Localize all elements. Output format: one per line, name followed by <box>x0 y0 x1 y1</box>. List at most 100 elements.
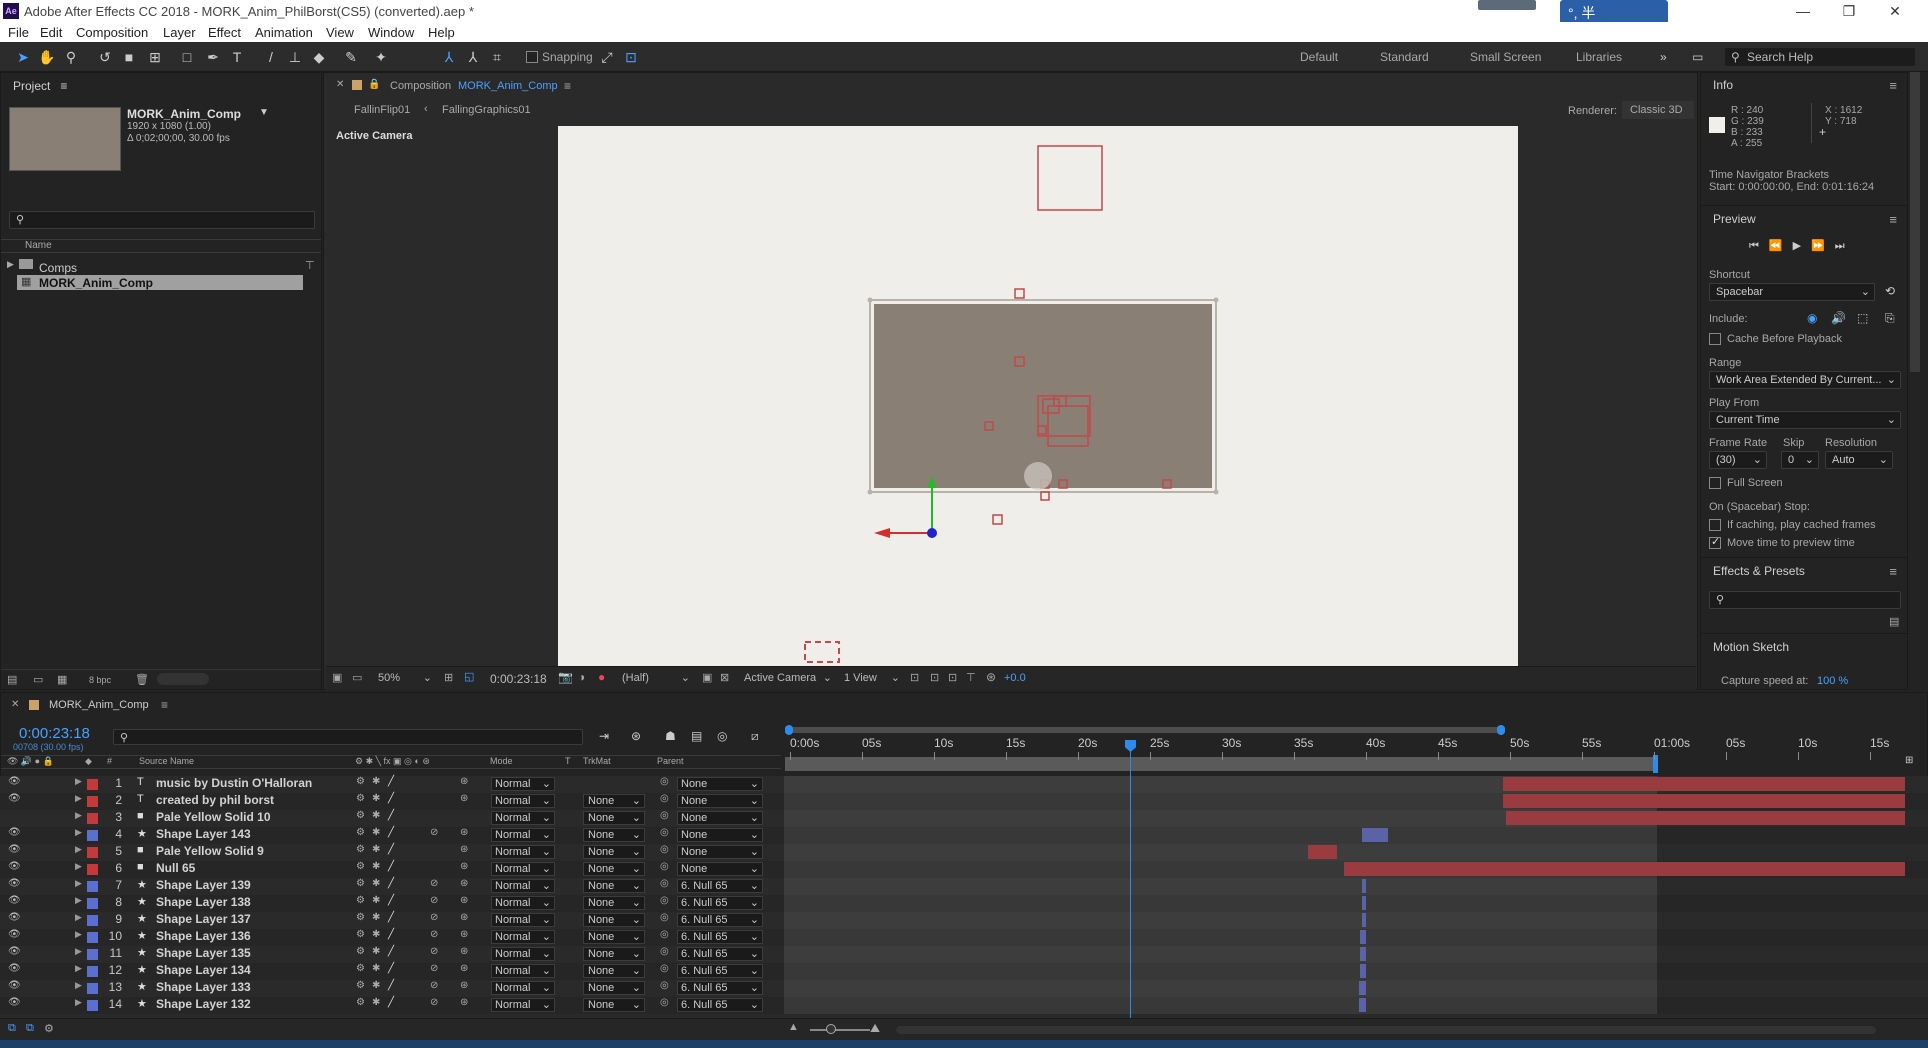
exposure-value[interactable]: +0.0 <box>1004 672 1026 684</box>
menu-effect[interactable]: Effect <box>208 25 241 40</box>
layer-name[interactable]: Shape Layer 138 <box>156 895 251 909</box>
layer-name[interactable]: Shape Layer 136 <box>156 929 251 943</box>
collapse-switch-icon[interactable]: ✱ <box>372 878 380 889</box>
pickwhip-icon[interactable]: ◎ <box>660 895 669 906</box>
current-time-display[interactable]: 0:00:23:18 <box>490 672 547 686</box>
puppet-tool-icon[interactable]: ✦ <box>372 48 390 66</box>
quality-switch-icon[interactable]: ╱ <box>388 861 394 872</box>
cache-before-playback-checkbox[interactable] <box>1709 333 1721 345</box>
preview-tab[interactable]: Preview <box>1713 212 1756 226</box>
pickwhip-icon[interactable]: ◎ <box>660 997 669 1008</box>
pen-tool-icon[interactable]: ✒ <box>204 48 222 66</box>
type-tool-icon[interactable]: T <box>228 48 246 66</box>
layer-row[interactable]: 👁 ▶ 4 ★ Shape Layer 143 ⚙ ✱ ╱ ⊘ ⊛ Normal ⌄ None ⌄ ◎ Non… <box>0 827 1928 844</box>
roto-brush-tool-icon[interactable]: ✎ <box>342 48 360 66</box>
menu-window[interactable]: Window <box>368 25 414 40</box>
layer-duration-bar[interactable] <box>1358 998 1366 1012</box>
shy-switch-icon[interactable]: ⚙ <box>356 980 365 991</box>
toggle-pixel-aspect-icon[interactable]: ⊡ <box>910 671 919 684</box>
layer-duration-bar[interactable] <box>1361 913 1366 927</box>
layer-name[interactable]: Shape Layer 134 <box>156 963 251 977</box>
selection-tool-icon[interactable]: ➤ <box>14 48 32 66</box>
motion-blur-switch-icon[interactable]: ⊘ <box>430 929 438 940</box>
panel-menu-icon[interactable]: ≡ <box>60 79 67 93</box>
pickwhip-icon[interactable]: ◎ <box>660 963 669 974</box>
layer-row[interactable]: 👁 ▶ 11 ★ Shape Layer 135 ⚙ ✱ ╱ ⊘ ⊛ Normal ⌄ None ⌄ ◎ 6.… <box>0 946 1928 963</box>
parent-dropdown[interactable]: 6. Null 65 ⌄ <box>677 964 763 978</box>
layer-name[interactable]: Shape Layer 139 <box>156 878 251 892</box>
twirl-arrow-icon[interactable]: ▶ <box>75 946 82 957</box>
lock-icon[interactable]: 🔒 <box>368 79 380 90</box>
shy-switch-icon[interactable]: ⚙ <box>356 844 365 855</box>
trkmat-dropdown[interactable]: None ⌄ <box>583 930 645 944</box>
expand-arrow-icon[interactable]: ▶ <box>7 259 14 270</box>
rectangle-tool-icon[interactable]: □ <box>178 48 196 66</box>
label-color-swatch[interactable] <box>87 847 98 858</box>
layer-search-input[interactable]: ⚲ <box>113 729 583 745</box>
panel-menu-icon[interactable]: ≡ <box>161 698 168 712</box>
visibility-eye-icon[interactable]: 👁 <box>8 997 21 1008</box>
range-dropdown[interactable]: Work Area Extended By Current... ⌄ <box>1709 371 1901 389</box>
twirl-arrow-icon[interactable]: ▶ <box>75 810 82 821</box>
3d-layer-switch-icon[interactable]: ⊛ <box>460 861 468 872</box>
column-parent[interactable]: Parent <box>657 756 684 766</box>
visibility-eye-icon[interactable]: 👁 <box>8 929 21 940</box>
motion-blur-switch-icon[interactable]: ⊘ <box>430 997 438 1008</box>
zoom-out-icon[interactable]: ▲ <box>788 1021 799 1033</box>
motion-blur-switch-icon[interactable]: ⊘ <box>430 895 438 906</box>
visibility-eye-icon[interactable]: 👁 <box>8 844 21 855</box>
collapse-switch-icon[interactable]: ✱ <box>372 997 380 1008</box>
timeline-tab[interactable]: MORK_Anim_Comp <box>49 699 149 711</box>
mode-dropdown[interactable]: Normal ⌄ <box>491 828 555 842</box>
clone-stamp-tool-icon[interactable]: ⊥ <box>286 48 304 66</box>
layer-row[interactable]: 👁 ▶ 8 ★ Shape Layer 138 ⚙ ✱ ╱ ⊘ ⊛ Normal ⌄ None ⌄ ◎ 6. … <box>0 895 1928 912</box>
label-color-swatch[interactable] <box>87 949 98 960</box>
visibility-eye-icon[interactable]: 👁 <box>8 946 21 957</box>
timeline-icon[interactable]: ⊡ <box>948 671 957 684</box>
include-video-icon[interactable]: ◉ <box>1807 311 1817 325</box>
visibility-eye-icon[interactable]: 👁 <box>8 878 21 889</box>
layer-duration-bar[interactable] <box>1344 862 1905 876</box>
hand-tool-icon[interactable]: ✋ <box>38 48 56 66</box>
trkmat-dropdown[interactable]: None ⌄ <box>583 913 645 927</box>
include-layer-controls-icon[interactable]: ⎘ <box>1885 311 1895 326</box>
layer-duration-bar[interactable] <box>1502 794 1905 808</box>
graph-editor-icon[interactable]: ⧄ <box>751 729 759 744</box>
pickwhip-icon[interactable]: ◎ <box>660 980 669 991</box>
camera-view-dropdown[interactable]: Active Camera ⌄ <box>740 670 836 686</box>
collapse-switch-icon[interactable]: ✱ <box>372 929 380 940</box>
quality-switch-icon[interactable]: ╱ <box>388 844 394 855</box>
camera-tool-icon[interactable]: ■ <box>120 48 138 66</box>
shy-switch-icon[interactable]: ⚙ <box>356 963 365 974</box>
interpret-footage-icon[interactable]: ▤ <box>7 673 17 686</box>
3d-layer-switch-icon[interactable]: ⊛ <box>460 980 468 991</box>
layer-track[interactable] <box>784 946 1657 963</box>
last-frame-icon[interactable]: ⏭ <box>1835 240 1855 252</box>
layer-duration-bar[interactable] <box>1361 879 1366 893</box>
pan-behind-tool-icon[interactable]: ⊞ <box>146 48 164 66</box>
quality-switch-icon[interactable]: ╱ <box>388 895 394 906</box>
label-color-swatch[interactable] <box>87 796 98 807</box>
pickwhip-icon[interactable]: ◎ <box>660 810 669 821</box>
menu-view[interactable]: View <box>326 25 354 40</box>
shy-switch-icon[interactable]: ⚙ <box>356 827 365 838</box>
layer-duration-bar[interactable] <box>1360 930 1366 944</box>
prev-frame-icon[interactable]: ⏪ <box>1769 240 1793 252</box>
layer-duration-bar[interactable] <box>1358 981 1366 995</box>
mode-dropdown[interactable]: Normal ⌄ <box>491 947 555 961</box>
vr-icon[interactable]: ▭ <box>352 671 362 684</box>
modes-toggle-icon[interactable]: ⧉ <box>26 1022 34 1035</box>
minimize-button[interactable]: — <box>1780 0 1826 22</box>
layer-row[interactable]: ▶ 3 ■ Pale Yellow Solid 10 ⚙ ✱ ╱ Normal ⌄ None ⌄ ◎ N… <box>0 810 1928 827</box>
reset-exposure-icon[interactable]: ⊛ <box>986 670 996 684</box>
parent-dropdown[interactable]: 6. Null 65 ⌄ <box>677 981 763 995</box>
visibility-eye-icon[interactable]: 👁 <box>8 776 21 787</box>
collapse-switch-icon[interactable]: ✱ <box>372 844 380 855</box>
pickwhip-icon[interactable]: ◎ <box>660 827 669 838</box>
mode-dropdown[interactable]: Normal ⌄ <box>491 913 555 927</box>
menu-edit[interactable]: Edit <box>40 25 62 40</box>
color-channels-icon[interactable]: ● <box>598 670 605 684</box>
column-t[interactable]: T <box>565 756 571 766</box>
shy-switch-icon[interactable]: ⚙ <box>356 929 365 940</box>
trkmat-dropdown[interactable]: None ⌄ <box>583 862 645 876</box>
